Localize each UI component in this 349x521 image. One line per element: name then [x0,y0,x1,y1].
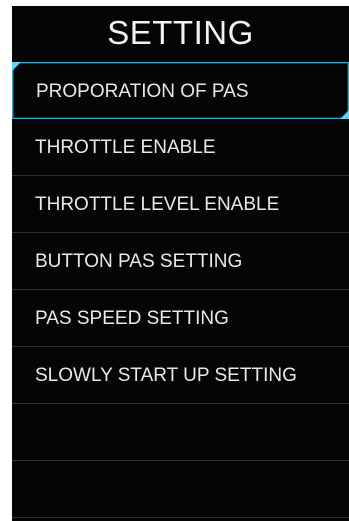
menu-item-button-pas-setting[interactable]: BUTTON PAS SETTING [12,233,349,290]
menu-item-empty [12,404,349,461]
settings-screen: SETTING PROPORATION OF PAS THROTTLE ENAB… [12,6,349,521]
menu-item-label: THROTTLE ENABLE [35,137,216,158]
settings-menu: PROPORATION OF PAS THROTTLE ENABLE THROT… [12,62,349,518]
selection-corner-bottom-right [340,110,349,119]
menu-item-throttle-level-enable[interactable]: THROTTLE LEVEL ENABLE [12,176,349,233]
menu-item-pas-speed-setting[interactable]: PAS SPEED SETTING [12,290,349,347]
menu-item-label: PROPORATION OF PAS [36,81,249,102]
menu-item-empty [12,461,349,518]
menu-item-slowly-start-up-setting[interactable]: SLOWLY START UP SETTING [12,347,349,404]
menu-item-label: SLOWLY START UP SETTING [35,365,297,386]
menu-item-label: BUTTON PAS SETTING [35,251,243,272]
menu-item-label: PAS SPEED SETTING [35,308,229,329]
menu-item-label: THROTTLE LEVEL ENABLE [35,194,280,215]
selection-corner-top-left [12,62,21,71]
menu-item-proporation-of-pas[interactable]: PROPORATION OF PAS [12,62,349,119]
page-title: SETTING [107,14,254,51]
menu-item-throttle-enable[interactable]: THROTTLE ENABLE [12,119,349,176]
